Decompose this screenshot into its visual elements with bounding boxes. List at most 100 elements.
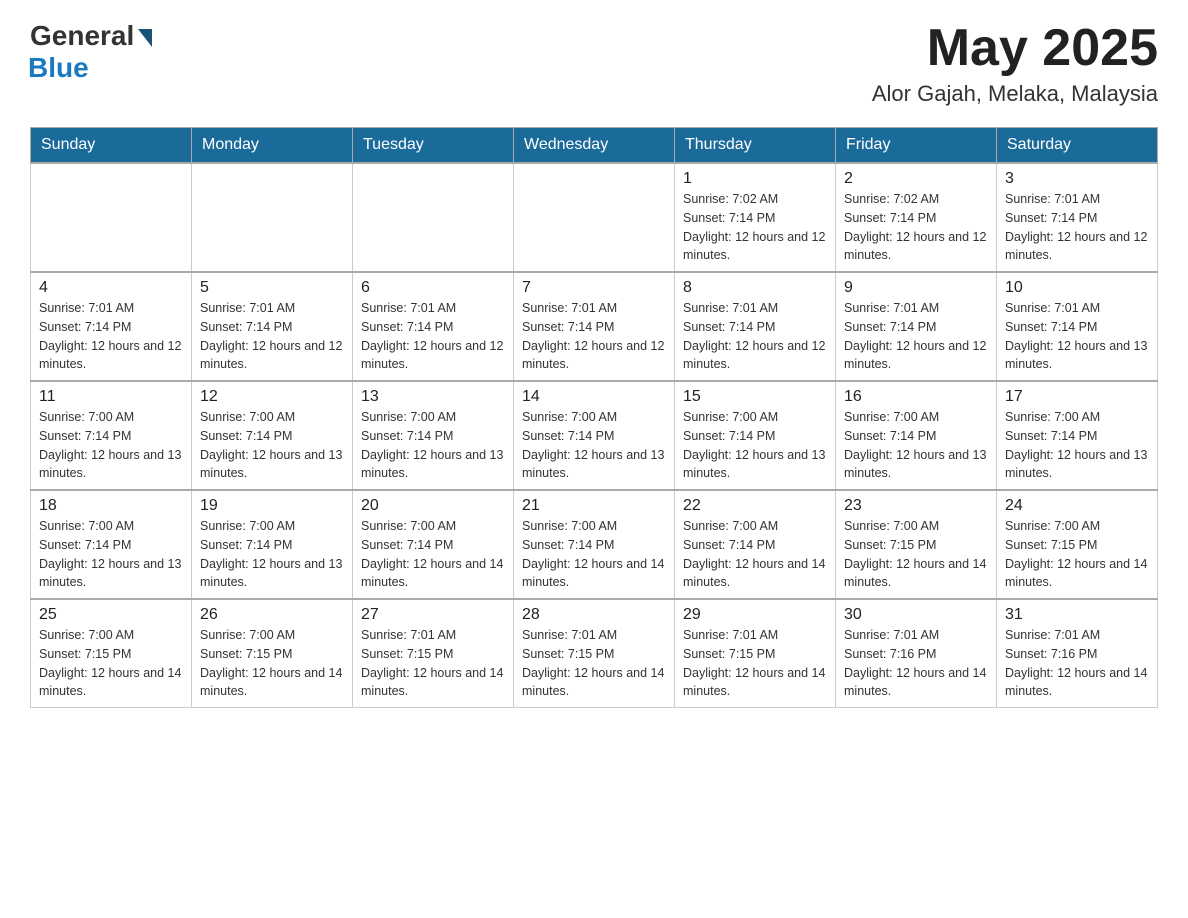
calendar-cell: 6Sunrise: 7:01 AM Sunset: 7:14 PM Daylig… [353,272,514,381]
day-number: 4 [39,279,183,297]
day-number: 2 [844,170,988,188]
page-header: General Blue May 2025 Alor Gajah, Melaka… [30,20,1158,107]
calendar-cell: 9 Sunrise: 7:01 AM Sunset: 7:14 PM Daylig… [836,272,997,381]
day-number: 26 [200,606,344,624]
day-number: 29 [683,606,827,624]
day-number: 14 [522,388,666,406]
day-info: Sunrise: 7:00 AM Sunset: 7:15 PM Dayligh… [1005,517,1149,592]
day-number: 8 [683,279,827,297]
day-info: Sunrise: 7:01 AM Sunset: 7:15 PM Dayligh… [361,626,505,701]
day-info: Sunrise: 7:00 AM Sunset: 7:14 PM Dayligh… [361,408,505,483]
day-number: 30 [844,606,988,624]
calendar-cell: 3Sunrise: 7:01 AM Sunset: 7:14 PM Daylig… [997,163,1158,272]
day-info: Sunrise: 7:00 AM Sunset: 7:14 PM Dayligh… [200,408,344,483]
calendar-cell: 23 Sunrise: 7:00 AM Sunset: 7:15 PM Dayli… [836,490,997,599]
calendar-cell: 4 Sunrise: 7:01 AM Sunset: 7:14 PM Daylig… [31,272,192,381]
calendar-cell: 21Sunrise: 7:00 AM Sunset: 7:14 PM Dayli… [514,490,675,599]
calendar-cell: 27 Sunrise: 7:01 AM Sunset: 7:15 PM Dayli… [353,599,514,708]
day-info: Sunrise: 7:00 AM Sunset: 7:14 PM Dayligh… [39,408,183,483]
calendar-cell: 30 Sunrise: 7:01 AM Sunset: 7:16 PM Dayli… [836,599,997,708]
day-info: Sunrise: 7:00 AM Sunset: 7:15 PM Dayligh… [39,626,183,701]
day-info: Sunrise: 7:01 AM Sunset: 7:16 PM Dayligh… [1005,626,1149,701]
day-info: Sunrise: 7:01 AM Sunset: 7:14 PM Dayligh… [39,299,183,374]
day-number: 11 [39,388,183,406]
logo-general-text: General [30,20,134,52]
calendar-cell [514,163,675,272]
calendar-cell: 7 Sunrise: 7:01 AM Sunset: 7:14 PM Daylig… [514,272,675,381]
day-info: Sunrise: 7:00 AM Sunset: 7:14 PM Dayligh… [522,408,666,483]
title-section: May 2025 Alor Gajah, Melaka, Malaysia [872,20,1158,107]
calendar-cell: 29 Sunrise: 7:01 AM Sunset: 7:15 PM Dayli… [675,599,836,708]
day-number: 10 [1005,279,1149,297]
calendar-cell: 20Sunrise: 7:00 AM Sunset: 7:14 PM Dayli… [353,490,514,599]
day-info: Sunrise: 7:02 AM Sunset: 7:14 PM Dayligh… [844,190,988,265]
calendar-cell: 11 Sunrise: 7:00 AM Sunset: 7:14 PM Dayli… [31,381,192,490]
day-number: 25 [39,606,183,624]
day-number: 15 [683,388,827,406]
day-info: Sunrise: 7:01 AM Sunset: 7:14 PM Dayligh… [1005,299,1149,374]
calendar-cell: 2 Sunrise: 7:02 AM Sunset: 7:14 PM Daylig… [836,163,997,272]
day-number: 5 [200,279,344,297]
day-number: 23 [844,497,988,515]
day-number: 6 [361,279,505,297]
day-number: 28 [522,606,666,624]
day-info: Sunrise: 7:00 AM Sunset: 7:14 PM Dayligh… [200,517,344,592]
calendar-cell: 28 Sunrise: 7:01 AM Sunset: 7:15 PM Dayli… [514,599,675,708]
day-info: Sunrise: 7:00 AM Sunset: 7:14 PM Dayligh… [39,517,183,592]
day-number: 13 [361,388,505,406]
calendar-cell: 15 Sunrise: 7:00 AM Sunset: 7:14 PM Dayli… [675,381,836,490]
day-number: 27 [361,606,505,624]
calendar-cell: 8 Sunrise: 7:01 AM Sunset: 7:14 PM Daylig… [675,272,836,381]
day-info: Sunrise: 7:02 AM Sunset: 7:14 PM Dayligh… [683,190,827,265]
day-info: Sunrise: 7:01 AM Sunset: 7:14 PM Dayligh… [200,299,344,374]
day-number: 31 [1005,606,1149,624]
day-number: 9 [844,279,988,297]
day-number: 22 [683,497,827,515]
calendar-header-row: SundayMondayTuesdayWednesdayThursdayFrid… [31,128,1158,164]
day-info: Sunrise: 7:01 AM Sunset: 7:14 PM Dayligh… [844,299,988,374]
calendar-cell [353,163,514,272]
calendar-cell: 31 Sunrise: 7:01 AM Sunset: 7:16 PM Dayli… [997,599,1158,708]
calendar-cell: 12 Sunrise: 7:00 AM Sunset: 7:14 PM Dayli… [192,381,353,490]
calendar-cell: 19 Sunrise: 7:00 AM Sunset: 7:14 PM Dayli… [192,490,353,599]
day-number: 1 [683,170,827,188]
day-number: 24 [1005,497,1149,515]
day-number: 19 [200,497,344,515]
day-info: Sunrise: 7:01 AM Sunset: 7:15 PM Dayligh… [522,626,666,701]
calendar-cell: 24 Sunrise: 7:00 AM Sunset: 7:15 PM Dayli… [997,490,1158,599]
day-info: Sunrise: 7:00 AM Sunset: 7:15 PM Dayligh… [200,626,344,701]
day-info: Sunrise: 7:01 AM Sunset: 7:14 PM Dayligh… [522,299,666,374]
calendar-week-row: 25 Sunrise: 7:00 AM Sunset: 7:15 PM Dayli… [31,599,1158,708]
day-info: Sunrise: 7:01 AM Sunset: 7:14 PM Dayligh… [683,299,827,374]
weekday-header-friday: Friday [836,128,997,164]
calendar-cell: 5 Sunrise: 7:01 AM Sunset: 7:14 PM Daylig… [192,272,353,381]
day-info: Sunrise: 7:00 AM Sunset: 7:14 PM Dayligh… [522,517,666,592]
calendar-cell: 17Sunrise: 7:00 AM Sunset: 7:14 PM Dayli… [997,381,1158,490]
day-number: 12 [200,388,344,406]
calendar-cell: 16 Sunrise: 7:00 AM Sunset: 7:14 PM Dayli… [836,381,997,490]
logo: General Blue [30,20,152,84]
calendar-cell: 25 Sunrise: 7:00 AM Sunset: 7:15 PM Dayli… [31,599,192,708]
day-number: 7 [522,279,666,297]
day-info: Sunrise: 7:01 AM Sunset: 7:16 PM Dayligh… [844,626,988,701]
weekday-header-monday: Monday [192,128,353,164]
day-number: 20 [361,497,505,515]
day-info: Sunrise: 7:00 AM Sunset: 7:14 PM Dayligh… [683,408,827,483]
day-info: Sunrise: 7:00 AM Sunset: 7:15 PM Dayligh… [844,517,988,592]
calendar-cell: 26 Sunrise: 7:00 AM Sunset: 7:15 PM Dayli… [192,599,353,708]
logo-arrow-icon [138,29,152,47]
calendar-cell [31,163,192,272]
calendar-cell: 18 Sunrise: 7:00 AM Sunset: 7:14 PM Dayli… [31,490,192,599]
day-info: Sunrise: 7:01 AM Sunset: 7:15 PM Dayligh… [683,626,827,701]
weekday-header-thursday: Thursday [675,128,836,164]
day-number: 16 [844,388,988,406]
day-info: Sunrise: 7:00 AM Sunset: 7:14 PM Dayligh… [683,517,827,592]
month-title: May 2025 [872,20,1158,77]
weekday-header-sunday: Sunday [31,128,192,164]
location-title: Alor Gajah, Melaka, Malaysia [872,81,1158,107]
calendar-cell: 22 Sunrise: 7:00 AM Sunset: 7:14 PM Dayli… [675,490,836,599]
day-number: 18 [39,497,183,515]
day-info: Sunrise: 7:00 AM Sunset: 7:14 PM Dayligh… [844,408,988,483]
calendar-cell [192,163,353,272]
weekday-header-saturday: Saturday [997,128,1158,164]
